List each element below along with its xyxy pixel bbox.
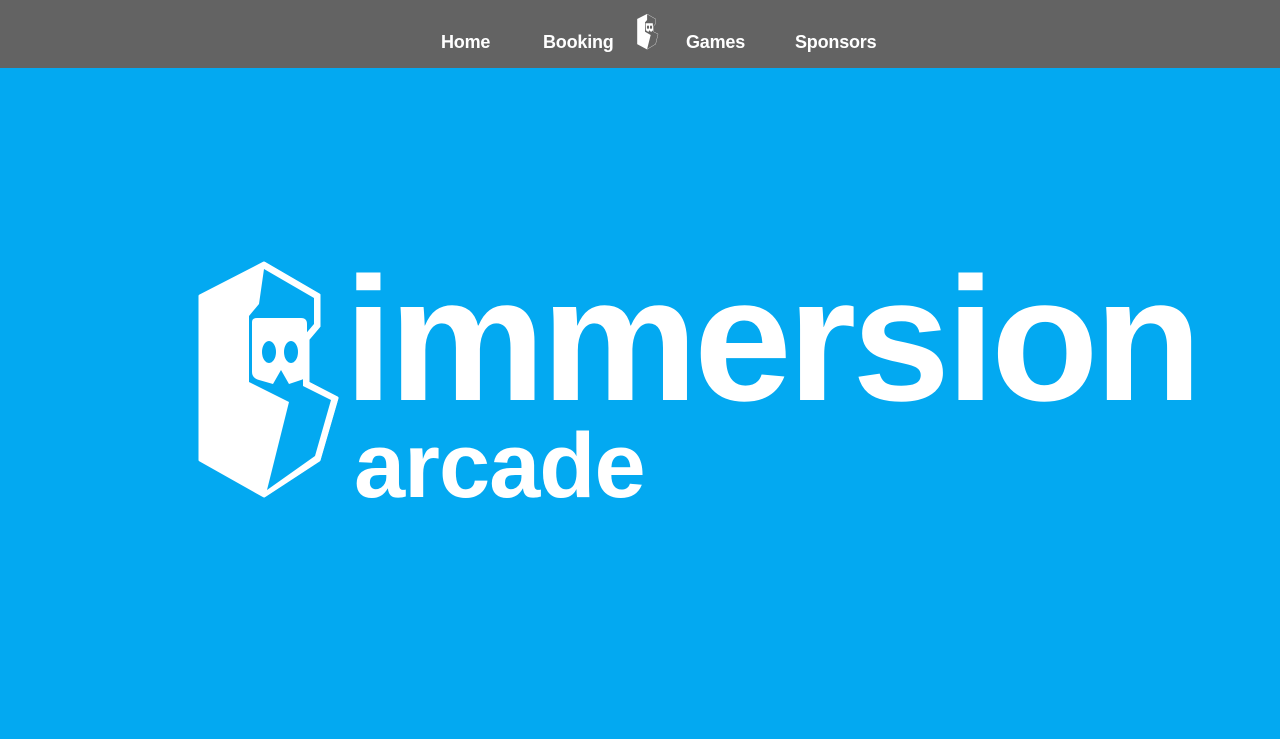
top-navbar: Home Booking Games Sponsors [0, 0, 1280, 68]
wordmark-immersion: immersion [344, 242, 1202, 438]
arcade-cabinet-logo-icon[interactable] [635, 14, 661, 50]
nav-link-sponsors[interactable]: Sponsors [795, 30, 877, 54]
nav-link-booking[interactable]: Booking [543, 30, 614, 54]
wordmark-arcade: arcade [354, 415, 646, 517]
arcade-cabinet-vr-icon [198, 261, 339, 498]
nav-link-home[interactable]: Home [441, 30, 490, 54]
nav-link-games[interactable]: Games [686, 30, 745, 54]
